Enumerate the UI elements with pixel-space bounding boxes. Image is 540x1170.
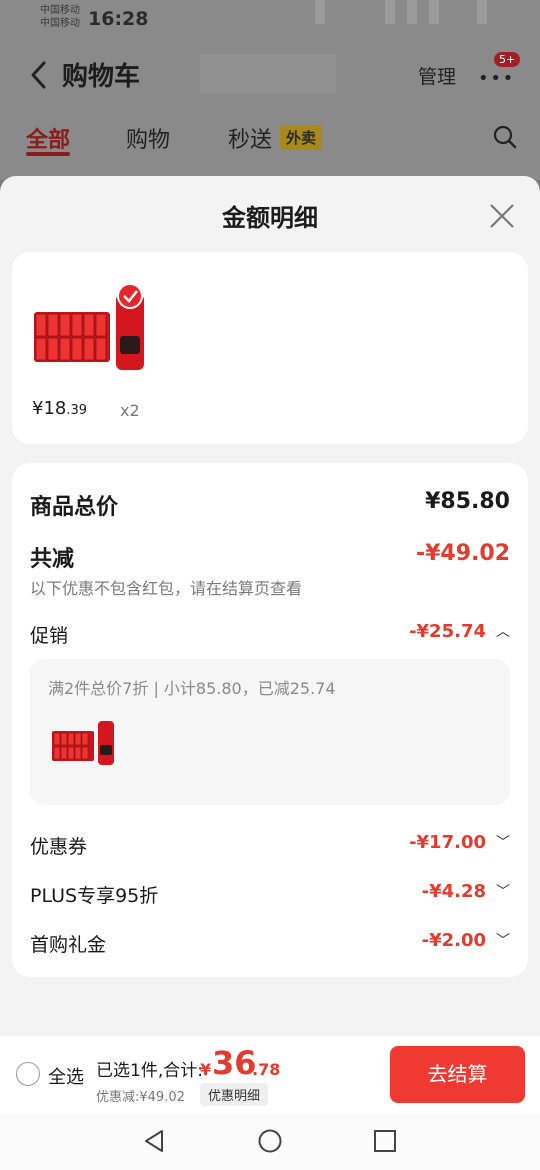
tab-bar: 全部 购物 秒送 外卖 (0, 120, 540, 160)
goods-total-amount: ¥85.80 (425, 489, 510, 514)
selected-summary: 已选1件,合计: (96, 1061, 203, 1081)
select-all-checkbox[interactable] (16, 1062, 40, 1086)
takeaway-tag: 外卖 (280, 125, 323, 150)
tab-shopping[interactable]: 购物 (126, 122, 170, 154)
product-image[interactable] (30, 282, 152, 374)
more-dots-icon[interactable]: • • • (478, 68, 513, 89)
nav-home-icon[interactable] (257, 1128, 283, 1154)
tab-underline (26, 152, 70, 156)
checkout-button[interactable]: 去结算 (390, 1046, 525, 1103)
status-time: 16:28 (88, 8, 149, 30)
product-card: ¥18.39 x2 (12, 252, 528, 444)
chevron-down-icon[interactable]: ﹀ (496, 832, 510, 852)
promotion-product-image (52, 721, 114, 765)
nav-recent-icon[interactable] (373, 1129, 397, 1153)
page-title: 购物车 (62, 62, 141, 92)
status-icons (315, 0, 495, 24)
first-gift-amount: -¥2.00 (421, 930, 486, 951)
message-badge: 5+ (494, 52, 521, 67)
total-decimal: .78 (252, 1060, 281, 1079)
product-price: ¥18.39 (32, 398, 88, 419)
coupon-label: 优惠券 (30, 836, 88, 858)
system-nav-bar (0, 1114, 540, 1170)
goods-total-label: 商品总价 (30, 495, 119, 520)
coupon-amount: -¥17.00 (409, 832, 486, 853)
total-reduce-amount: -¥49.02 (415, 541, 510, 566)
nav-back-icon[interactable] (142, 1128, 168, 1154)
close-icon[interactable] (486, 200, 518, 232)
manage-button[interactable]: 管理 (418, 62, 456, 89)
reduce-note: 以下优惠不包含红包，请在结算页查看 (30, 579, 303, 598)
amount-detail-sheet: 金额明细 ¥18.39 x2 商品总价 ¥85.80 共减 -¥49.02 以下… (0, 176, 540, 1170)
promotion-detail-text: 满2件总价7折 | 小计85.80，已减25.74 (48, 679, 336, 698)
checkout-bar: 全选 已选1件,合计: ¥ 36 .78 优惠减:¥49.02 优惠明细 去结算 (0, 1036, 540, 1114)
promotion-amount: -¥25.74 (409, 621, 486, 642)
chevron-up-icon[interactable]: ︿ (496, 621, 510, 641)
discount-detail-button[interactable]: 优惠明细 (200, 1083, 269, 1106)
plus-discount-label: PLUS专享95折 (30, 885, 159, 907)
product-quantity: x2 (120, 401, 140, 420)
discount-text: 优惠减:¥49.02 (96, 1090, 185, 1105)
top-bar: 购物车 管理 • • • 5+ (0, 50, 540, 100)
total-reduce-label: 共减 (30, 547, 75, 572)
back-arrow-icon[interactable] (28, 60, 50, 90)
carrier-2: 中国移动 (40, 18, 80, 29)
total-currency: ¥ (200, 1060, 212, 1079)
background-page: 中国移动 中国移动 16:28 购物车 管理 • • • 5+ 全部 购物 秒送… (0, 0, 540, 180)
carrier-1: 中国移动 (40, 5, 80, 16)
promotion-label: 促销 (30, 625, 69, 647)
status-bar: 中国移动 中国移动 16:28 (40, 4, 148, 30)
chevron-down-icon[interactable]: ﹀ (496, 881, 510, 901)
select-all-label[interactable]: 全选 (48, 1063, 84, 1089)
tab-all[interactable]: 全部 (26, 122, 70, 154)
search-icon[interactable] (492, 124, 518, 150)
sheet-title: 金额明细 (222, 204, 318, 232)
chevron-down-icon[interactable]: ﹀ (496, 930, 510, 950)
plus-discount-amount: -¥4.28 (421, 881, 486, 902)
blurred-region (200, 54, 336, 94)
first-gift-label: 首购礼金 (30, 934, 107, 956)
total-integer: 36 (212, 1044, 257, 1082)
promotion-detail-box: 满2件总价7折 | 小计85.80，已减25.74 (30, 659, 510, 805)
tab-express[interactable]: 秒送 (228, 122, 272, 154)
price-detail-card: 商品总价 ¥85.80 共减 -¥49.02 以下优惠不包含红包，请在结算页查看… (12, 463, 528, 977)
